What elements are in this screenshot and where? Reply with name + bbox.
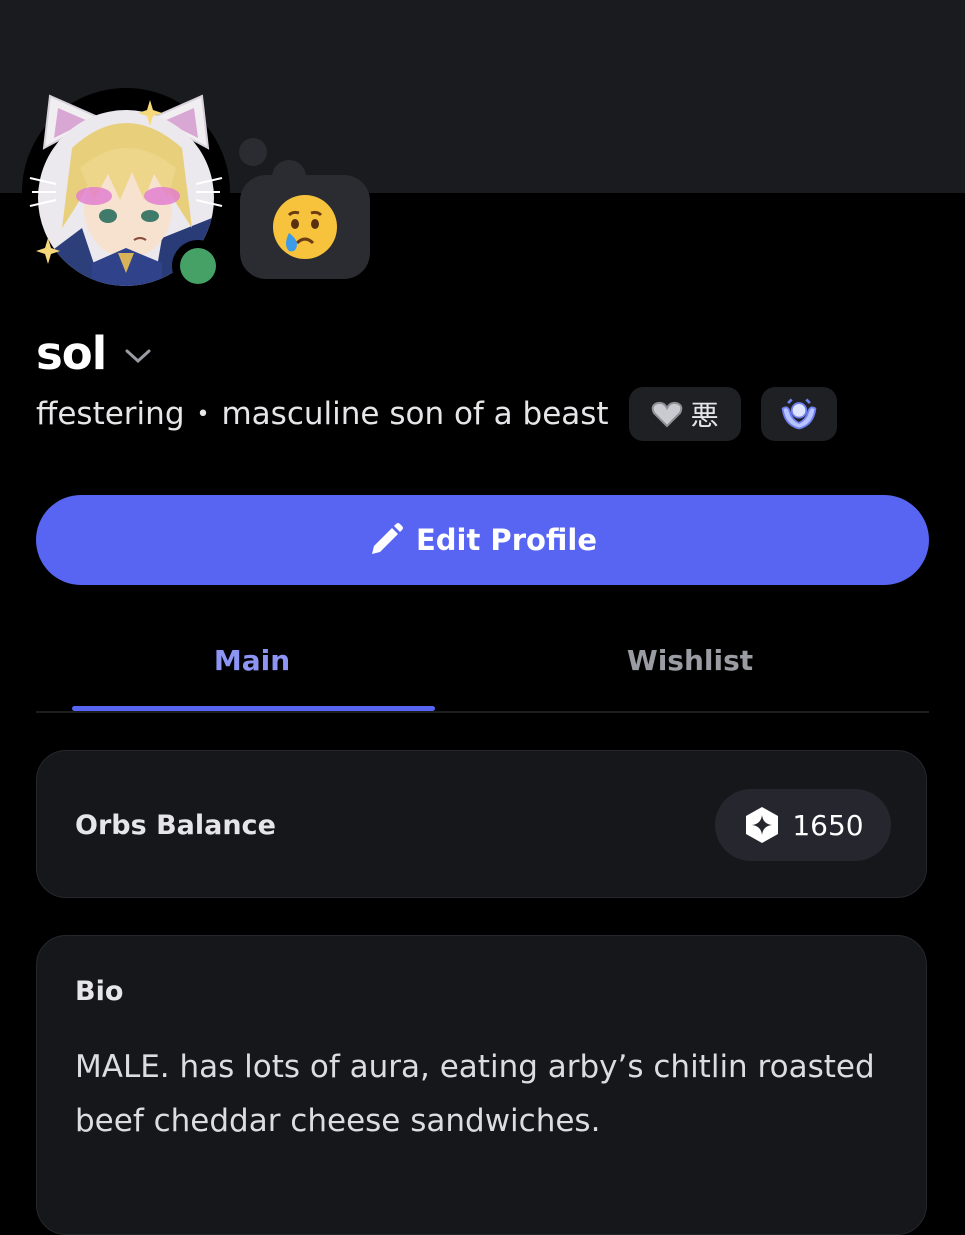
chevron-down-icon[interactable]: [124, 347, 152, 365]
clan-tag-badge[interactable]: 悪: [628, 387, 741, 441]
orbs-balance-card[interactable]: Orbs Balance 1650: [36, 750, 927, 898]
clan-tag-text: 悪: [690, 399, 719, 432]
orbs-balance-label: Orbs Balance: [75, 809, 276, 841]
separator-dot: •: [196, 401, 210, 427]
orbs-balance-pill[interactable]: 1650: [715, 789, 891, 861]
username-row[interactable]: sol: [36, 322, 152, 384]
online-status-indicator: [172, 240, 224, 292]
nitro-badge[interactable]: [760, 387, 837, 441]
handle-text: ffestering: [36, 396, 185, 432]
bio-text: MALE. has lots of aura, eating arby’s ch…: [75, 1049, 875, 1139]
edit-profile-label: Edit Profile: [415, 523, 598, 557]
custom-status-bubble[interactable]: [240, 175, 370, 279]
orb-icon: [746, 807, 779, 843]
orbs-balance-value: 1650: [792, 808, 864, 842]
laurel-icon: [781, 398, 816, 430]
crying-face-icon: [273, 195, 337, 259]
bio-title: Bio: [75, 976, 124, 1007]
edit-profile-button[interactable]: Edit Profile: [36, 495, 929, 585]
tagline-text: masculine son of a beast: [221, 396, 609, 432]
pencil-icon: [371, 523, 403, 554]
online-status-dot: [180, 248, 216, 284]
bio-card: Bio MALE. has lots of aura, eating arby’…: [36, 935, 927, 1235]
tab-main[interactable]: Main: [72, 630, 432, 690]
tab-wishlist[interactable]: Wishlist: [510, 630, 870, 690]
heart-icon: [651, 401, 682, 428]
username: sol: [36, 326, 107, 380]
tab-divider: [36, 711, 929, 713]
thought-bubble-dot-small: [239, 138, 267, 166]
profile-subline: ffestering • masculine son of a beast 悪: [36, 386, 837, 442]
